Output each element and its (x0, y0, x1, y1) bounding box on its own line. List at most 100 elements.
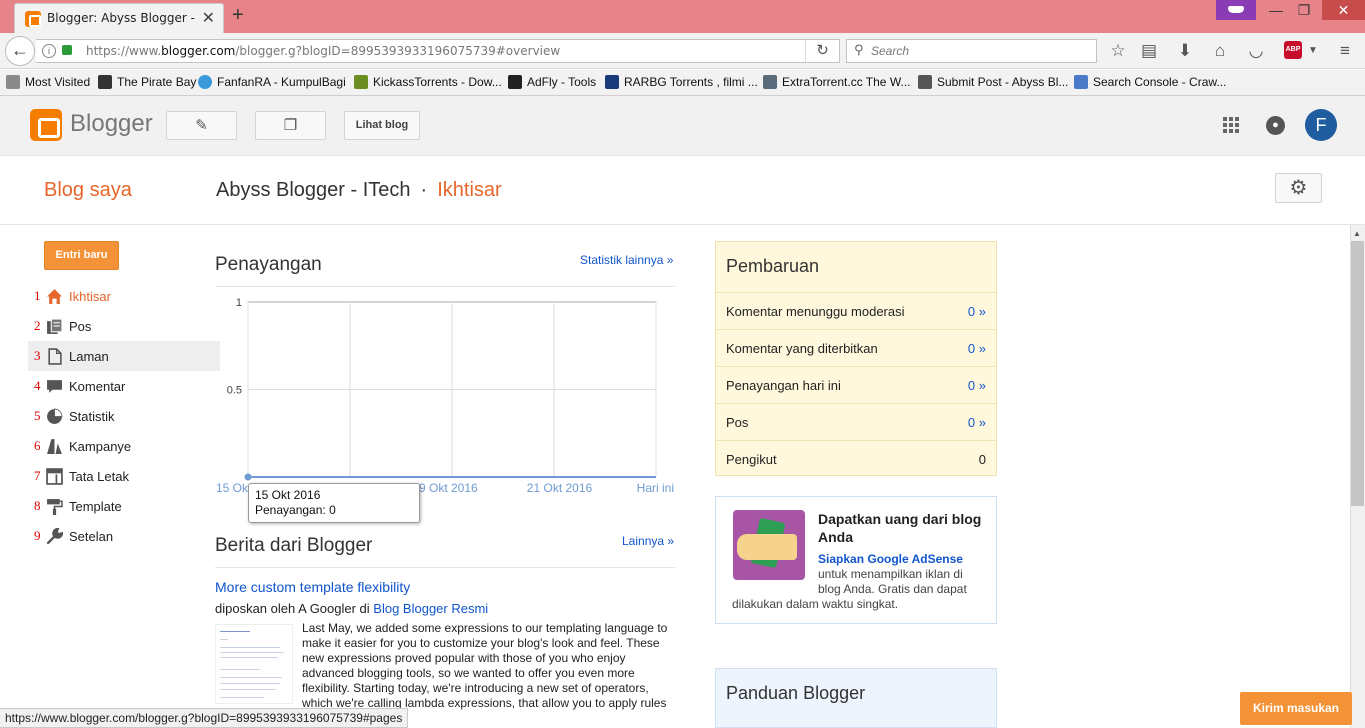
restore-icon[interactable]: ❐ (1290, 2, 1318, 19)
submit-post-icon (918, 75, 932, 89)
pocket-icon[interactable]: ◡ (1245, 41, 1267, 61)
pencil-icon: ✎ (195, 117, 208, 134)
more-news-link[interactable]: Lainnya » (622, 534, 674, 548)
chart-tooltip: 15 Okt 2016 Penayangan: 0 (248, 483, 420, 523)
search-input[interactable]: ⚲ Search (846, 39, 1097, 63)
back-button[interactable]: ← (5, 36, 35, 66)
apps-grid-icon[interactable] (1223, 117, 1239, 133)
sidebar-item-campaigns[interactable]: 6 Kampanye (28, 431, 220, 461)
views-section-title: Penayangan (215, 254, 322, 275)
data-point (244, 473, 252, 481)
rarbg-icon (605, 75, 619, 89)
blogger-brand[interactable]: Blogger (70, 110, 153, 138)
notifications-bell-icon[interactable]: ● (1266, 116, 1285, 135)
url-bar[interactable]: i https://www.blogger.com/blogger.g?blog… (36, 39, 840, 63)
updates-count-link[interactable]: 0 » (968, 415, 986, 430)
sidebar-item-label: Setelan (69, 529, 114, 544)
bookmark-star-icon[interactable]: ☆ (1107, 41, 1129, 61)
blogger-guide-panel: Panduan Blogger (715, 668, 997, 728)
comment-icon (47, 380, 62, 393)
updates-row: Komentar menunggu moderasi 0 » (716, 292, 996, 329)
downloads-icon[interactable]: ⬇ (1174, 41, 1196, 61)
sidebar-item-label: Template (69, 499, 122, 514)
sidebar-item-overview[interactable]: 1 Ikhtisar (28, 281, 220, 311)
bookmark-item[interactable]: KickassTorrents - Dow... (354, 75, 502, 89)
bookmark-item[interactable]: RARBG Torrents , filmi ... (605, 75, 758, 89)
sidebar-item-layout[interactable]: 7 Tata Letak (28, 461, 220, 491)
layout-icon (46, 468, 63, 485)
tab-title: Blogger: Abyss Blogger - I... (47, 11, 197, 25)
adsense-text: untuk menampilkan iklan di blog Anda. Gr… (818, 567, 967, 596)
news-post-thumbnail[interactable] (215, 624, 293, 704)
home-button-icon[interactable]: ⌂ (1209, 41, 1231, 61)
view-blog-button[interactable]: Lihat blog (344, 111, 420, 140)
search-icon: ⚲ (854, 42, 864, 57)
sidebar-item-posts[interactable]: 2 Pos (28, 311, 220, 341)
sidebar-item-label: Komentar (69, 379, 126, 394)
window-close-icon[interactable]: ✕ (1322, 0, 1365, 20)
updates-count-link[interactable]: 0 » (968, 341, 986, 356)
updates-row: Pengikut 0 (716, 440, 996, 477)
new-tab-icon[interactable]: + (232, 4, 244, 27)
guide-title: Panduan Blogger (726, 683, 866, 703)
updates-count-link[interactable]: 0 » (968, 304, 986, 319)
browser-tab[interactable]: Blogger: Abyss Blogger - I... ✕ (14, 3, 224, 33)
bookmark-item[interactable]: ExtraTorrent.cc The W... (763, 75, 910, 89)
bookmark-item[interactable]: Submit Post - Abyss Bl... (918, 75, 1068, 89)
sidebar-item-settings[interactable]: 9 Setelan (28, 521, 220, 551)
divider (215, 286, 675, 287)
sidebar-item-pages[interactable]: 3 Laman (28, 341, 220, 371)
bookmarks-bar: Most Visited The Pirate Bay FanfanRA - K… (0, 70, 1365, 96)
site-info-icon[interactable]: i (42, 44, 56, 58)
bookmark-item[interactable]: AdFly - Tools (508, 75, 596, 89)
page-title: Ikhtisar (437, 179, 502, 201)
sidebar-item-comments[interactable]: 4 Komentar (28, 371, 220, 401)
updates-row: Pos 0 » (716, 403, 996, 440)
fanfanra-icon (198, 75, 212, 89)
tab-close-icon[interactable]: ✕ (202, 8, 215, 28)
bookmark-item[interactable]: FanfanRA - KumpulBagi (198, 75, 346, 89)
scrollbar-thumb[interactable] (1351, 241, 1364, 506)
adsense-setup-link[interactable]: Siapkan Google AdSense (818, 552, 963, 566)
search-placeholder: Search (871, 44, 910, 58)
bookmark-item[interactable]: The Pirate Bay (98, 75, 196, 89)
private-browsing-mask-icon (1216, 0, 1256, 20)
posts-list-button[interactable]: ❐ (255, 111, 326, 140)
updates-row: Penayangan hari ini 0 » (716, 366, 996, 403)
divider (215, 567, 675, 568)
minimize-icon[interactable]: — (1262, 2, 1290, 18)
sidebar-item-template[interactable]: 8 Template (28, 491, 220, 521)
new-post-button[interactable]: Entri baru (44, 241, 119, 270)
bookmark-item[interactable]: Most Visited (6, 75, 90, 89)
send-feedback-button[interactable]: Kirim masukan (1240, 692, 1352, 725)
adsense-text: dilakukan dalam waktu singkat. (732, 597, 899, 611)
views-line-chart[interactable]: 10.515 Okt17 Okt 201619 Okt 201621 Okt 2… (210, 290, 680, 500)
news-post-blog-link[interactable]: Blog Blogger Resmi (373, 601, 488, 616)
avatar[interactable]: F (1305, 109, 1337, 141)
campaign-icon (47, 439, 62, 454)
reading-list-icon[interactable]: ▤ (1138, 41, 1160, 61)
reload-icon[interactable]: ↻ (805, 40, 839, 62)
x-tick-label: 21 Okt 2016 (527, 481, 593, 495)
sidebar-item-label: Tata Letak (69, 469, 129, 484)
updates-count-link[interactable]: 0 » (968, 378, 986, 393)
more-stats-link[interactable]: Statistik lainnya » (580, 253, 673, 267)
home-icon (47, 289, 62, 304)
lock-icon[interactable] (62, 45, 72, 55)
sidebar-item-stats[interactable]: 5 Statistik (28, 401, 220, 431)
blog-name[interactable]: Abyss Blogger - ITech (216, 179, 411, 201)
adblock-plus-icon[interactable]: ABP (1284, 41, 1302, 59)
url-text[interactable]: https://www.blogger.com/blogger.g?blogID… (86, 44, 560, 58)
adsense-title: Dapatkan uang dari blog Anda (818, 511, 982, 545)
news-section-title: Berita dari Blogger (215, 535, 373, 556)
blogger-logo-icon[interactable] (30, 109, 62, 141)
menu-icon[interactable]: ≡ (1334, 41, 1356, 61)
new-post-pencil-button[interactable]: ✎ (166, 111, 237, 140)
my-blogs-link[interactable]: Blog saya (44, 179, 132, 202)
adsense-promo: Dapatkan uang dari blog Anda Siapkan Goo… (715, 496, 997, 624)
settings-gear-button[interactable]: ⚙ (1275, 173, 1322, 203)
news-post-title-link[interactable]: More custom template flexibility (215, 579, 410, 595)
bookmark-item[interactable]: Search Console - Craw... (1074, 75, 1226, 89)
scroll-up-icon[interactable]: ▲ (1353, 229, 1361, 238)
abp-dropdown-icon[interactable]: ▼ (1302, 45, 1324, 56)
